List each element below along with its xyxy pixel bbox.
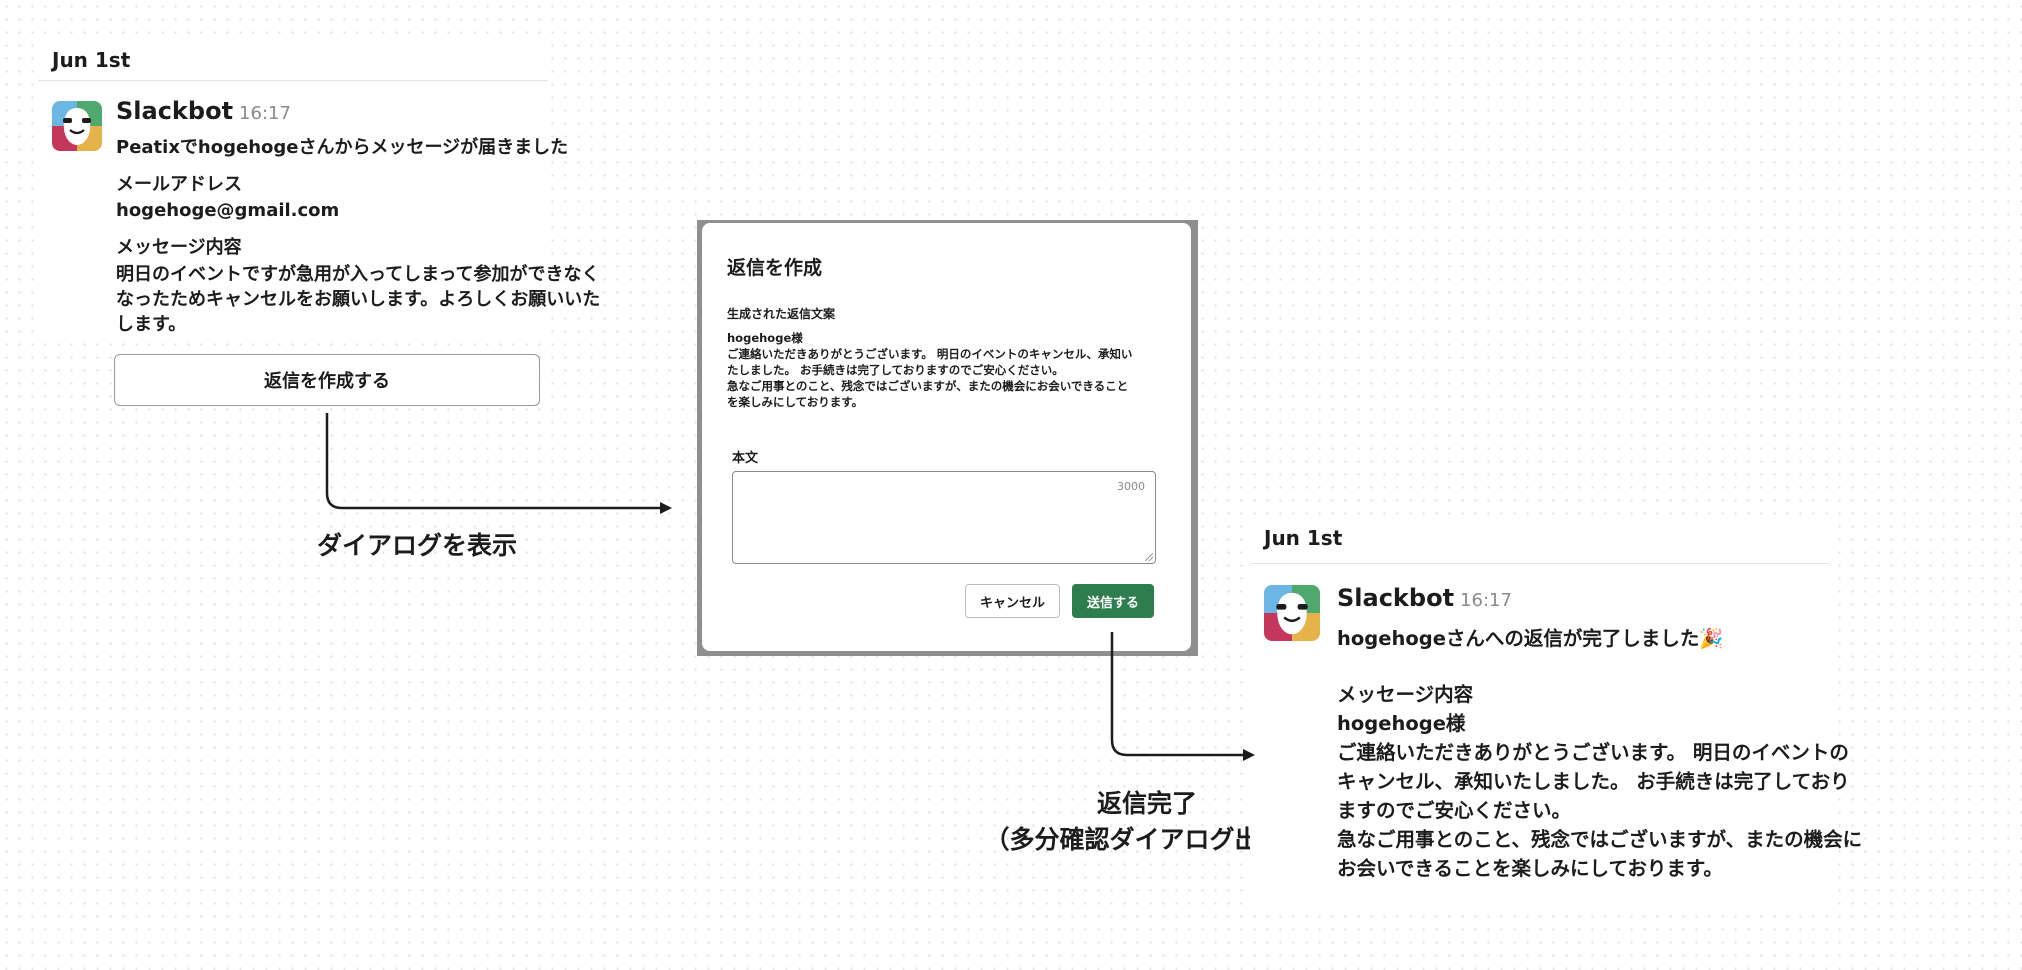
flow-arrowhead <box>1243 749 1255 761</box>
flow-arrow-to-dialog <box>325 413 660 510</box>
flow-arrows <box>325 413 1255 761</box>
flow-arrowhead <box>660 502 672 514</box>
flow-arrow-to-confirmation <box>1110 632 1243 757</box>
